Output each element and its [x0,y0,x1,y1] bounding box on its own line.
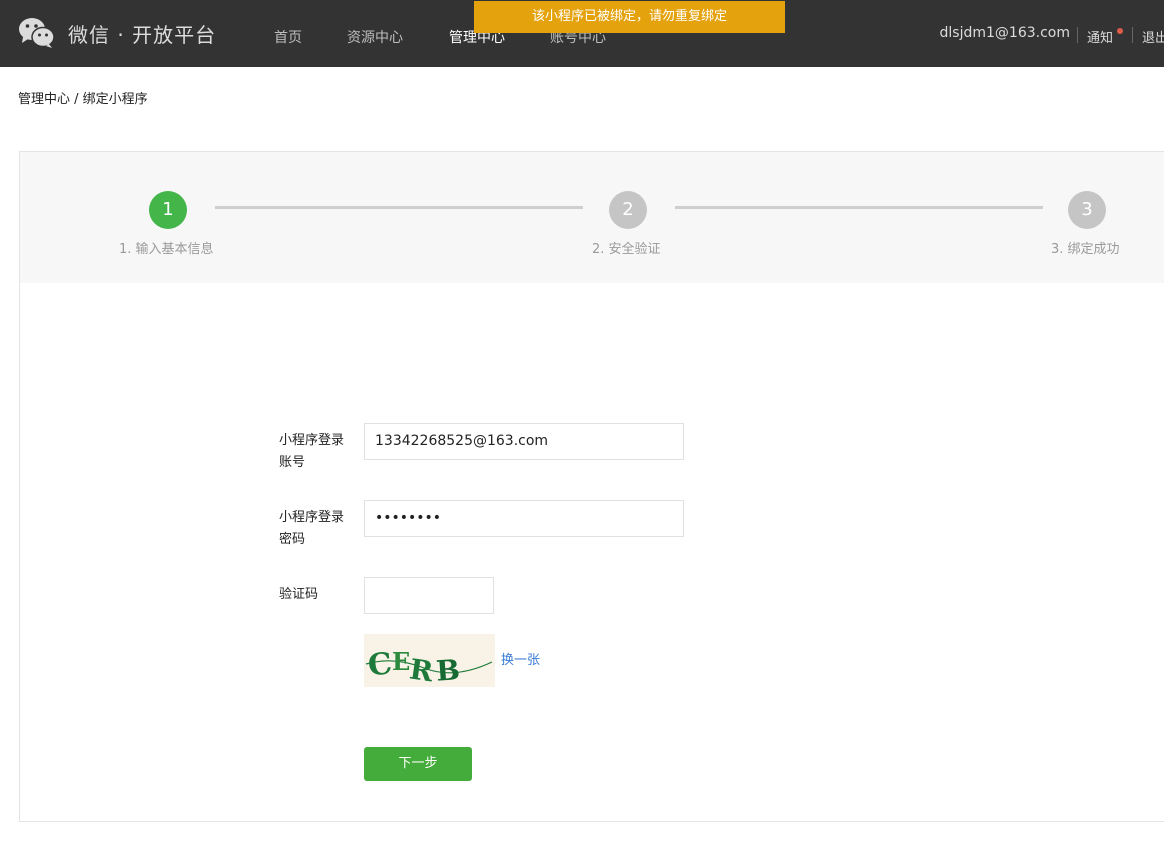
divider [1077,27,1078,43]
breadcrumb: 管理中心 / 绑定小程序 [18,92,148,107]
account-input[interactable]: 13342268525@163.com [364,423,684,460]
step-3-circle: 3 [1068,191,1106,229]
account-label: 小程序登录账号 [279,433,345,470]
logo[interactable]: 微信 · 开放平台 [18,16,216,50]
captcha-label: 验证码 [279,587,319,602]
wechat-icon [19,18,55,48]
refresh-captcha-link[interactable]: 换一张 [501,649,540,668]
svg-text:B: B [435,653,461,687]
step-indicator: 1 2 3 1. 输入基本信息 2. 安全验证 3. 绑定成功 [20,152,1164,283]
nav-resources[interactable]: 资源中心 [347,27,403,47]
error-toast: 该小程序已被绑定，请勿重复绑定 [474,1,785,33]
svg-text:C: C [366,646,393,683]
user-email[interactable]: dlsjdm1@163.com [940,25,1070,41]
password-input[interactable]: •••••••• [364,500,684,537]
svg-text:E: E [392,647,410,676]
captcha-image: C E R B [364,634,495,688]
password-label: 小程序登录密码 [279,510,345,547]
logout-link[interactable]: 退出 [1142,27,1164,46]
step-1-label: 1. 输入基本信息 [119,242,214,257]
logo-text: 微信 · 开放平台 [68,22,217,47]
step-1-circle: 1 [149,191,187,229]
nav-home[interactable]: 首页 [274,27,302,47]
captcha-graphic: C E R B [364,634,495,688]
next-step-button[interactable]: 下一步 [364,747,472,781]
captcha-input[interactable] [364,577,494,614]
notification-dot-icon [1117,28,1123,34]
step-connector [675,206,1043,209]
step-3-label: 3. 绑定成功 [1051,242,1120,257]
step-connector [215,206,583,209]
step-2-label: 2. 安全验证 [592,242,661,257]
divider [1132,27,1133,43]
step-2-circle: 2 [609,191,647,229]
notify-link[interactable]: 通知 [1087,27,1113,46]
bind-panel: 1 2 3 1. 输入基本信息 2. 安全验证 3. 绑定成功 小程序登录账号 … [19,151,1164,822]
